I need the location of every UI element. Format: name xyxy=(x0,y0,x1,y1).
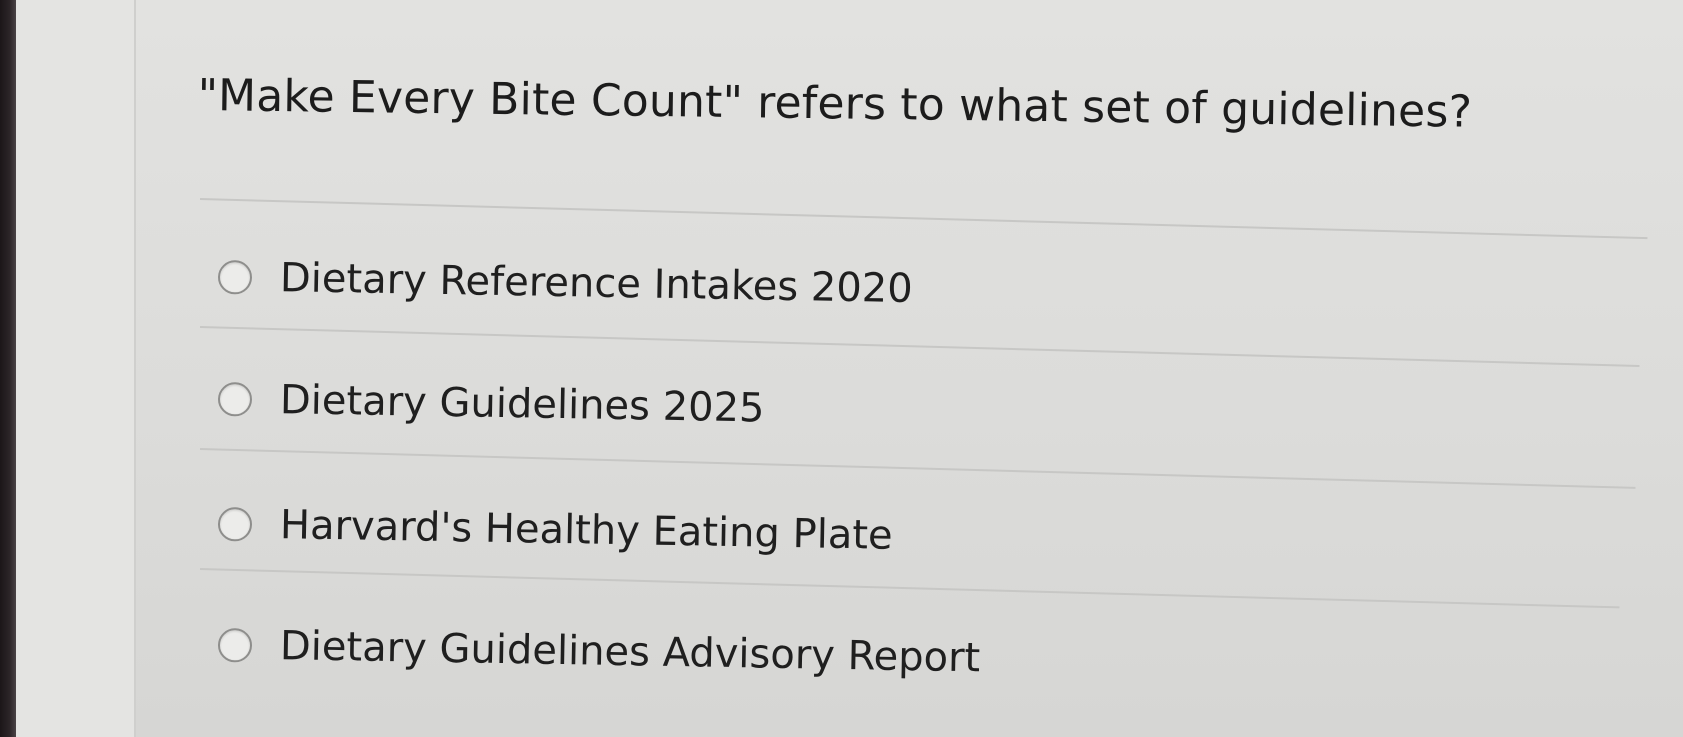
radio-button[interactable] xyxy=(217,382,253,417)
answer-option-2[interactable]: Dietary Guidelines 2025 xyxy=(217,376,765,432)
screen: "Make Every Bite Count" refers to what s… xyxy=(0,0,1683,737)
answer-option-label: Dietary Guidelines 2025 xyxy=(279,377,765,432)
radio-button[interactable] xyxy=(217,260,253,295)
monitor-bezel xyxy=(0,0,16,737)
radio-button[interactable] xyxy=(217,507,253,542)
left-margin-panel xyxy=(16,0,136,737)
radio-button[interactable] xyxy=(217,628,253,663)
